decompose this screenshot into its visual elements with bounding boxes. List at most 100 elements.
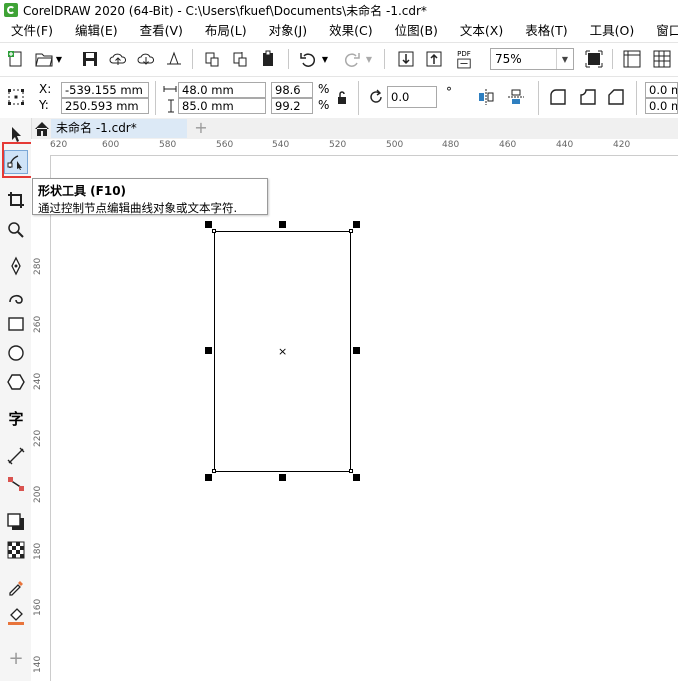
zoom-level-select[interactable]: 75% ▼ — [490, 48, 574, 70]
cloud-upload-button[interactable] — [106, 47, 130, 71]
add-tool-button[interactable]: + — [4, 646, 28, 670]
document-tab[interactable]: 未命名 -1.cdr* — [51, 119, 187, 138]
scale-x-field[interactable]: 98.6 — [271, 82, 313, 98]
show-grid-button[interactable] — [650, 47, 674, 71]
menu-object[interactable]: 对象(J) — [258, 20, 318, 41]
artistic-media-tool-button[interactable] — [4, 284, 28, 308]
menu-bitmaps[interactable]: 位图(B) — [384, 20, 449, 41]
menu-edit[interactable]: 编辑(E) — [64, 20, 129, 41]
rotation-center-mark[interactable]: × — [278, 345, 287, 358]
selection-handle[interactable] — [205, 474, 212, 481]
undo-dropdown-icon[interactable]: ▼ — [318, 47, 332, 71]
zoom-tool-button[interactable] — [4, 218, 28, 242]
object-origin-button[interactable] — [4, 85, 28, 109]
width-field[interactable]: 48.0 mm — [178, 82, 266, 98]
menu-file[interactable]: 文件(F) — [0, 20, 64, 41]
new-document-button[interactable] — [4, 47, 28, 71]
selection-handle[interactable] — [353, 347, 360, 354]
selection-handle[interactable] — [205, 347, 212, 354]
tooltip-description: 通过控制节点编辑曲线对象或文本字符. — [38, 201, 238, 215]
add-tab-button[interactable]: + — [191, 119, 211, 138]
export-button[interactable] — [228, 47, 252, 71]
redo-dropdown-icon[interactable]: ▼ — [362, 47, 376, 71]
eyedropper-icon — [9, 581, 23, 596]
corner-node[interactable] — [349, 469, 353, 473]
mirror-vertical-button[interactable] — [504, 85, 528, 109]
print-button[interactable] — [256, 47, 280, 71]
polygon-tool-button[interactable] — [4, 370, 28, 394]
freehand-tool-button[interactable] — [4, 254, 28, 278]
ruler-tick-label: 600 — [102, 140, 120, 150]
chamfered-corner-button[interactable] — [604, 85, 628, 109]
selection-handle[interactable] — [279, 221, 286, 228]
selection-handle[interactable] — [353, 221, 360, 228]
menu-tools[interactable]: 工具(O) — [579, 20, 646, 41]
selection-handle[interactable] — [279, 474, 286, 481]
dimension-line-icon — [7, 447, 25, 465]
ruler-tick-label: 280 — [33, 257, 43, 275]
new-document-icon — [8, 51, 22, 67]
scale-y-field[interactable]: 99.2 — [271, 98, 313, 114]
horizontal-ruler[interactable]: 620 600 580 560 540 520 500 480 460 440 … — [50, 139, 678, 156]
x-position-field[interactable]: -539.155 mm — [61, 82, 149, 98]
home-icon[interactable] — [33, 120, 51, 138]
menu-view[interactable]: 查看(V) — [129, 20, 194, 41]
drawing-canvas[interactable] — [51, 156, 678, 681]
pdf-label: PDF — [457, 49, 471, 58]
menu-table[interactable]: 表格(T) — [514, 20, 578, 41]
export-file-button[interactable] — [422, 47, 446, 71]
mirror-horizontal-button[interactable] — [474, 85, 498, 109]
tooltip-title: 形状工具 (F10) — [38, 184, 127, 198]
corner-node[interactable] — [349, 229, 353, 233]
ruler-tick-label: 240 — [33, 372, 43, 390]
show-rulers-button[interactable] — [620, 47, 644, 71]
menu-text[interactable]: 文本(X) — [449, 20, 514, 41]
scalloped-corner-button[interactable] — [576, 85, 600, 109]
menu-layout[interactable]: 布局(L) — [194, 20, 258, 41]
color-eyedropper-tool-button[interactable] — [4, 575, 28, 599]
import-file-button[interactable] — [394, 47, 418, 71]
ruler-tick-label: 200 — [33, 485, 43, 503]
y-label: Y: — [39, 98, 49, 112]
drop-shadow-icon — [7, 513, 24, 530]
checkerboard-icon — [7, 541, 25, 559]
full-screen-preview-button[interactable] — [582, 47, 606, 71]
menu-effects[interactable]: 效果(C) — [318, 20, 383, 41]
import-icon — [205, 52, 219, 67]
corner-radius-top-field[interactable]: 0.0 m — [645, 82, 678, 98]
corner-radius-bottom-field[interactable]: 0.0 m — [645, 98, 678, 114]
transparency-tool-button[interactable] — [4, 538, 28, 562]
ellipse-tool-button[interactable] — [4, 341, 28, 365]
crop-tool-button[interactable] — [4, 188, 28, 212]
cloud-download-button[interactable] — [134, 47, 158, 71]
save-button[interactable] — [78, 47, 102, 71]
mirror-vertical-icon — [508, 89, 524, 104]
corner-node[interactable] — [212, 469, 216, 473]
undo-button[interactable] — [296, 47, 320, 71]
open-dropdown-icon[interactable]: ▼ — [52, 47, 66, 71]
chevron-down-icon[interactable]: ▼ — [556, 49, 573, 69]
height-field[interactable]: 85.0 mm — [178, 98, 266, 114]
separator — [288, 49, 289, 69]
y-position-field[interactable]: 250.593 mm — [61, 98, 149, 114]
vertical-ruler[interactable]: 280 260 240 220 200 180 160 140 — [31, 155, 51, 681]
corner-node[interactable] — [212, 229, 216, 233]
ruler-tick-label: 160 — [33, 598, 43, 616]
parallel-dimension-tool-button[interactable] — [4, 444, 28, 468]
round-corner-button[interactable] — [546, 85, 570, 109]
redo-button[interactable] — [340, 47, 364, 71]
import-button[interactable] — [200, 47, 224, 71]
publish-button[interactable] — [162, 47, 186, 71]
rectangle-tool-button[interactable] — [4, 312, 28, 336]
export-pdf-button[interactable]: PDF — [452, 47, 476, 71]
text-tool-button[interactable]: 字 — [4, 406, 28, 430]
rotation-angle-field[interactable]: 0.0 — [387, 86, 437, 108]
selection-handle[interactable] — [353, 474, 360, 481]
interactive-fill-tool-button[interactable] — [4, 604, 28, 628]
selection-handle[interactable] — [205, 221, 212, 228]
mirror-horizontal-icon — [479, 89, 494, 105]
connector-tool-button[interactable] — [4, 472, 28, 496]
menu-window[interactable]: 窗口 — [645, 20, 678, 41]
drop-shadow-tool-button[interactable] — [4, 510, 28, 534]
lock-ratio-icon[interactable] — [336, 91, 348, 105]
